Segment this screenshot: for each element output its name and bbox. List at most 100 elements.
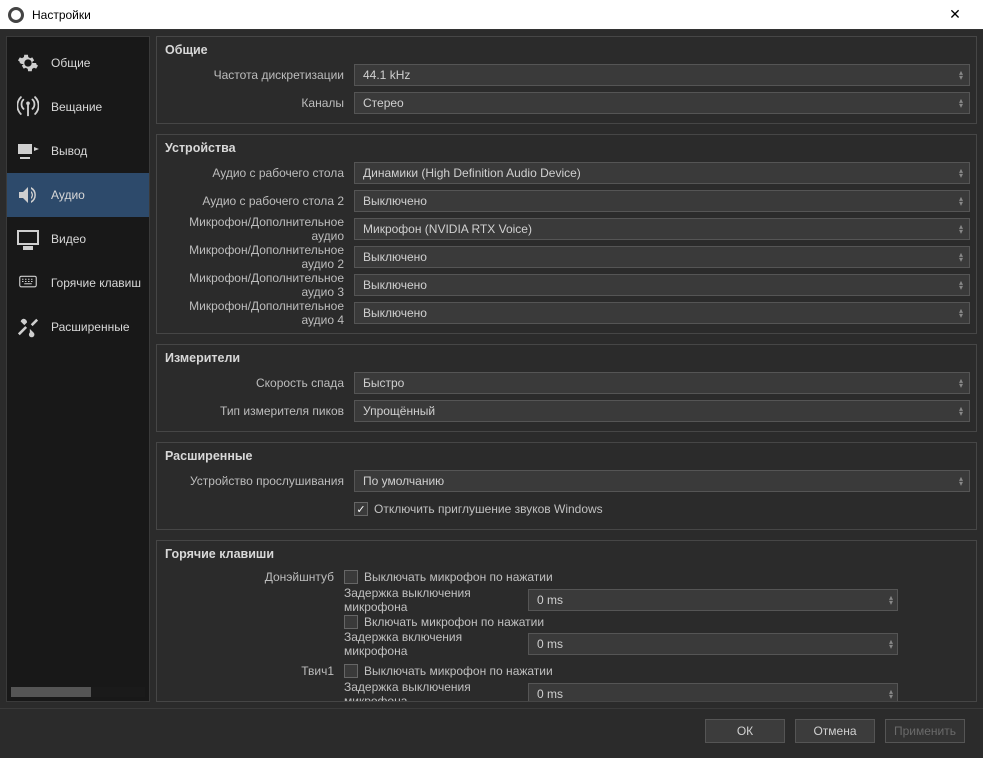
sidebar-item-audio[interactable]: Аудио xyxy=(7,173,149,217)
desktop-audio-2-select[interactable]: Выключено ▴▾ xyxy=(354,190,970,212)
section-hotkeys: Горячие клавиши Донэйшнтуб Выключать мик… xyxy=(156,540,977,702)
close-button[interactable]: ✕ xyxy=(935,6,975,23)
sidebar-item-label: Горячие клавиш xyxy=(51,276,141,290)
select-value: По умолчанию xyxy=(363,474,444,488)
mic-2-select[interactable]: Выключено▴▾ xyxy=(354,246,970,268)
sidebar-item-advanced[interactable]: Расширенные xyxy=(7,305,149,349)
spin-value: 0 ms xyxy=(537,593,563,607)
chevron-icon: ▴▾ xyxy=(959,476,963,486)
channels-label: Каналы xyxy=(163,96,348,110)
content-pane: Общие Частота дискретизации 44.1 kHz ▴▾ … xyxy=(156,36,977,702)
disable-ducking-label: Отключить приглушение звуков Windows xyxy=(374,502,603,516)
decay-rate-select[interactable]: Быстро▴▾ xyxy=(354,372,970,394)
select-value: Динамики (High Definition Audio Device) xyxy=(363,166,581,180)
desktop-audio-1-select[interactable]: Динамики (High Definition Audio Device) ▴… xyxy=(354,162,970,184)
sidebar-item-label: Видео xyxy=(51,232,86,246)
decay-rate-label: Скорость спада xyxy=(163,376,348,390)
mute-ptt-label: Выключать микрофон по нажатии xyxy=(364,664,553,678)
channels-select[interactable]: Стерео ▴▾ xyxy=(354,92,970,114)
section-title: Устройства xyxy=(157,135,976,157)
sidebar-item-label: Аудио xyxy=(51,188,85,202)
desktop-audio-1-label: Аудио с рабочего стола xyxy=(163,166,348,180)
unmute-delay-input-1[interactable]: 0 ms ▴▾ xyxy=(528,633,898,655)
mic-3-label: Микрофон/Дополнительное аудио 3 xyxy=(163,271,348,299)
select-value: Микрофон (NVIDIA RTX Voice) xyxy=(363,222,532,236)
mute-delay-input-2[interactable]: 0 ms ▴▾ xyxy=(528,683,898,702)
sidebar-item-label: Общие xyxy=(51,56,90,70)
spin-value: 0 ms xyxy=(537,687,563,701)
channels-value: Стерео xyxy=(363,96,404,110)
monitoring-device-select[interactable]: По умолчанию ▴▾ xyxy=(354,470,970,492)
sidebar: Общие Вещание Вывод Аудио Видео xyxy=(6,36,150,702)
monitoring-device-label: Устройство прослушивания xyxy=(163,474,348,488)
disable-ducking-checkbox[interactable] xyxy=(354,502,368,516)
section-general: Общие Частота дискретизации 44.1 kHz ▴▾ … xyxy=(156,36,977,124)
unmute-ptt-checkbox-1[interactable] xyxy=(344,615,358,629)
sidebar-item-hotkeys[interactable]: Горячие клавиш xyxy=(7,261,149,305)
section-title: Общие xyxy=(157,37,976,59)
tools-icon xyxy=(15,314,41,340)
chevron-icon: ▴▾ xyxy=(959,98,963,108)
select-value: Выключено xyxy=(363,250,427,264)
sidebar-item-output[interactable]: Вывод xyxy=(7,129,149,173)
chevron-icon: ▴▾ xyxy=(959,280,963,290)
hotkey-source-1-label: Донэйшнтуб xyxy=(163,570,338,584)
section-title: Расширенные xyxy=(157,443,976,465)
spinner-icon[interactable]: ▴▾ xyxy=(889,689,893,699)
mic-4-label: Микрофон/Дополнительное аудио 4 xyxy=(163,299,348,327)
chevron-icon: ▴▾ xyxy=(959,378,963,388)
output-icon xyxy=(15,138,41,164)
hotkey-source-2-label: Твич1 xyxy=(163,664,338,678)
sidebar-item-label: Вещание xyxy=(51,100,102,114)
speaker-icon xyxy=(15,182,41,208)
sidebar-scrollbar[interactable] xyxy=(11,687,145,697)
sample-rate-select[interactable]: 44.1 kHz ▴▾ xyxy=(354,64,970,86)
select-value: Выключено xyxy=(363,194,427,208)
mute-ptt-label: Выключать микрофон по нажатии xyxy=(364,570,553,584)
peak-meter-label: Тип измерителя пиков xyxy=(163,404,348,418)
apply-button[interactable]: Применить xyxy=(885,719,965,743)
chevron-icon: ▴▾ xyxy=(959,196,963,206)
mic-3-select[interactable]: Выключено▴▾ xyxy=(354,274,970,296)
unmute-delay-label: Задержка включения микрофона xyxy=(344,630,522,658)
sidebar-item-stream[interactable]: Вещание xyxy=(7,85,149,129)
cancel-button[interactable]: Отмена xyxy=(795,719,875,743)
section-advanced: Расширенные Устройство прослушивания По … xyxy=(156,442,977,530)
chevron-icon: ▴▾ xyxy=(959,406,963,416)
section-devices: Устройства Аудио с рабочего стола Динами… xyxy=(156,134,977,334)
unmute-ptt-label: Включать микрофон по нажатии xyxy=(364,615,544,629)
spinner-icon[interactable]: ▴▾ xyxy=(889,639,893,649)
monitor-icon xyxy=(15,226,41,252)
mute-delay-label: Задержка выключения микрофона xyxy=(344,680,522,702)
mute-ptt-checkbox-1[interactable] xyxy=(344,570,358,584)
peak-meter-select[interactable]: Упрощённый ▴▾ xyxy=(354,400,970,422)
chevron-icon: ▴▾ xyxy=(959,168,963,178)
select-value: Выключено xyxy=(363,306,427,320)
mic-4-select[interactable]: Выключено▴▾ xyxy=(354,302,970,324)
app-logo-icon xyxy=(8,7,24,23)
sidebar-item-label: Вывод xyxy=(51,144,87,158)
sample-rate-value: 44.1 kHz xyxy=(363,68,410,82)
section-title: Горячие клавиши xyxy=(157,541,976,563)
window-title: Настройки xyxy=(32,8,935,22)
mic-1-select[interactable]: Микрофон (NVIDIA RTX Voice)▴▾ xyxy=(354,218,970,240)
antenna-icon xyxy=(15,94,41,120)
sample-rate-label: Частота дискретизации xyxy=(163,68,348,82)
mute-ptt-checkbox-2[interactable] xyxy=(344,664,358,678)
spin-value: 0 ms xyxy=(537,637,563,651)
mic-2-label: Микрофон/Дополнительное аудио 2 xyxy=(163,243,348,271)
mic-1-label: Микрофон/Дополнительное аудио xyxy=(163,215,348,243)
ok-button[interactable]: ОК xyxy=(705,719,785,743)
keyboard-icon xyxy=(15,270,41,296)
sidebar-item-video[interactable]: Видео xyxy=(7,217,149,261)
sidebar-item-label: Расширенные xyxy=(51,320,130,334)
spinner-icon[interactable]: ▴▾ xyxy=(889,595,893,605)
section-title: Измерители xyxy=(157,345,976,367)
section-meters: Измерители Скорость спада Быстро▴▾ Тип и… xyxy=(156,344,977,432)
desktop-audio-2-label: Аудио с рабочего стола 2 xyxy=(163,194,348,208)
mute-delay-label: Задержка выключения микрофона xyxy=(344,586,522,614)
sidebar-item-general[interactable]: Общие xyxy=(7,41,149,85)
titlebar: Настройки ✕ xyxy=(0,0,983,30)
mute-delay-input-1[interactable]: 0 ms ▴▾ xyxy=(528,589,898,611)
select-value: Упрощённый xyxy=(363,404,435,418)
